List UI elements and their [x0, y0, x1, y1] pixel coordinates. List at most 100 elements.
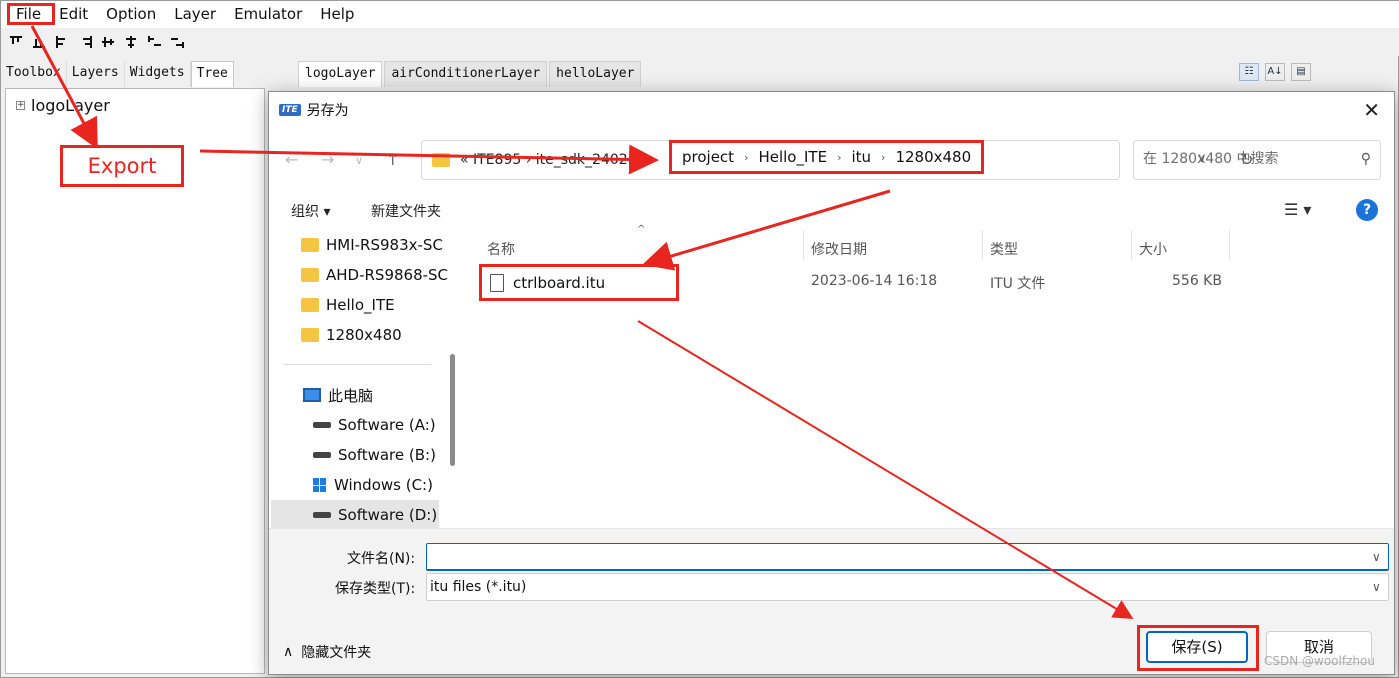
file-menu-highlight	[7, 3, 55, 25]
file-name-cell[interactable]: ctrlboard.itu	[479, 264, 679, 301]
nav-label: Software (A:)	[338, 416, 436, 434]
filename-dropdown-icon[interactable]: ∨	[1372, 550, 1381, 564]
help-icon[interactable]: ?	[1356, 199, 1378, 221]
tab-hellolayer[interactable]: helloLayer	[549, 61, 642, 87]
tab-widgets[interactable]: Widgets	[124, 61, 191, 87]
search-input[interactable]	[1143, 151, 1353, 167]
tab-tree[interactable]: Tree	[190, 61, 234, 87]
menu-help[interactable]: Help	[311, 1, 363, 28]
filetype-dropdown-icon[interactable]: ∨	[1372, 580, 1381, 594]
column-modified[interactable]: 修改日期	[811, 239, 867, 259]
dialog-title: 另存为	[306, 103, 349, 119]
nav-label: HMI-RS983x-SC	[326, 236, 443, 254]
back-arrow-icon[interactable]: ←	[285, 150, 298, 169]
watermark: CSDN @woolfzhou	[1264, 654, 1375, 668]
recent-chevron-icon[interactable]: ∨	[355, 154, 363, 167]
column-divider[interactable]	[982, 230, 983, 260]
search-field[interactable]: ⚲	[1133, 140, 1381, 180]
view-options-icon[interactable]: ☰ ▾	[1284, 200, 1311, 219]
nav-label: Software (D:)	[338, 506, 438, 524]
align-middle-icon[interactable]	[101, 35, 117, 49]
nav-label: 此电脑	[328, 386, 374, 405]
crumb-separator-icon: ›	[837, 150, 842, 164]
folder-icon	[301, 268, 319, 282]
property-pages-icon[interactable]: ▤	[1291, 63, 1311, 81]
crumb-1280x480[interactable]: 1280x480	[895, 148, 971, 166]
nav-drive-d[interactable]: Software (D:)	[271, 500, 439, 530]
nav-label: Hello_ITE	[326, 296, 395, 314]
file-list: ^ 名称 修改日期 类型 大小 ctrlboard.itu 2023-06-14…	[465, 224, 1394, 528]
left-panel-tabs: Toolbox Layers Widgets Tree	[1, 61, 263, 87]
align-bottom-icon[interactable]	[32, 35, 48, 49]
command-bar: 组织 ▾ 新建文件夹 ☰ ▾ ?	[269, 192, 1394, 228]
organize-button[interactable]: 组织 ▾	[291, 201, 330, 221]
crumb-separator-icon: ›	[744, 150, 749, 164]
close-icon[interactable]: ✕	[1363, 98, 1380, 122]
distribute-horizontal-icon[interactable]	[147, 35, 163, 49]
categorized-icon[interactable]: ☷	[1239, 63, 1259, 81]
drive-icon	[313, 452, 331, 458]
breadcrumb[interactable]: project › Hello_ITE › itu › 1280x480	[669, 140, 985, 174]
menu-option[interactable]: Option	[97, 1, 165, 28]
nav-folder-hmi[interactable]: HMI-RS983x-SC	[301, 230, 491, 260]
crumb-project[interactable]: project	[682, 148, 734, 166]
expand-icon[interactable]: +	[16, 101, 25, 110]
tab-toolbox[interactable]: Toolbox	[1, 61, 67, 87]
tab-airconditionerlayer[interactable]: airConditionerLayer	[384, 61, 548, 87]
file-modified: 2023-06-14 16:18	[811, 273, 938, 289]
folder-icon	[432, 153, 450, 167]
column-divider[interactable]	[1131, 230, 1132, 260]
column-name[interactable]: 名称	[487, 239, 515, 259]
drive-icon	[313, 422, 331, 428]
filetype-label: 保存类型(T):	[335, 581, 416, 597]
column-divider[interactable]	[803, 230, 804, 260]
align-center-icon[interactable]	[124, 35, 140, 49]
search-icon: ⚲	[1360, 151, 1371, 167]
forward-arrow-icon[interactable]: →	[321, 150, 334, 169]
folder-icon	[301, 298, 319, 312]
align-right-icon[interactable]	[78, 35, 94, 49]
up-arrow-icon[interactable]: ↑	[386, 150, 399, 169]
tree-node-logolayer[interactable]: + logoLayer	[16, 96, 110, 115]
sort-caret-icon: ^	[637, 224, 646, 235]
menu-layer[interactable]: Layer	[165, 1, 225, 28]
save-button[interactable]: 保存(S)	[1146, 631, 1248, 663]
tab-logolayer[interactable]: logoLayer	[298, 61, 383, 87]
nav-folder-1280x480[interactable]: 1280x480	[301, 320, 491, 350]
hide-folders-label: 隐藏文件夹	[301, 645, 372, 661]
menu-edit[interactable]: Edit	[50, 1, 97, 28]
align-top-icon[interactable]	[9, 35, 25, 49]
tab-layers[interactable]: Layers	[66, 61, 125, 87]
windows-drive-icon	[313, 478, 327, 492]
column-size[interactable]: 大小	[1139, 239, 1167, 259]
column-divider[interactable]	[1229, 230, 1230, 260]
save-as-dialog: ITE 另存为 ✕ ← → ∨ ↑ « ITE895 › ite_sdk_240…	[268, 91, 1395, 675]
align-left-icon[interactable]	[55, 35, 71, 49]
navigation-pane: HMI-RS983x-SC AHD-RS9868-SC Hello_ITE 12…	[269, 228, 462, 530]
column-type[interactable]: 类型	[990, 239, 1018, 259]
nav-folder-hello-ite[interactable]: Hello_ITE	[301, 290, 491, 320]
nav-label: Software (B:)	[338, 446, 436, 464]
nav-scrollbar[interactable]	[450, 354, 455, 466]
file-name: ctrlboard.itu	[513, 273, 606, 292]
ite-logo-icon: ITE	[279, 104, 301, 116]
hide-folders-toggle[interactable]: ∧ 隐藏文件夹	[283, 642, 371, 662]
menu-emulator[interactable]: Emulator	[225, 1, 311, 28]
save-options-area: 文件名(N): ∨ 保存类型(T): itu files (*.itu) ∨ ∧…	[269, 528, 1394, 674]
dialog-title-bar: ITE 另存为 ✕	[269, 92, 1394, 128]
new-folder-button[interactable]: 新建文件夹	[371, 201, 441, 221]
filename-label: 文件名(N):	[347, 551, 416, 567]
align-toolbar	[1, 28, 1399, 56]
crumb-hello-ite[interactable]: Hello_ITE	[758, 148, 827, 166]
nav-folder-ahd[interactable]: AHD-RS9868-SC	[301, 260, 491, 290]
crumb-separator-icon: ›	[881, 150, 886, 164]
document-tabs: logoLayer airConditionerLayer helloLayer	[298, 61, 643, 87]
distribute-vertical-icon[interactable]	[170, 35, 186, 49]
chevron-up-icon: ∧	[283, 644, 294, 660]
sort-alphabetical-icon[interactable]: A↓	[1265, 63, 1285, 81]
filename-input[interactable]	[426, 543, 1389, 571]
crumb-itu[interactable]: itu	[851, 148, 871, 166]
filetype-select[interactable]: itu files (*.itu)	[426, 573, 1389, 601]
file-size: 556 KB	[1172, 273, 1222, 289]
file-row[interactable]: ctrlboard.itu 2023-06-14 16:18 ITU 文件 55…	[465, 264, 1385, 301]
